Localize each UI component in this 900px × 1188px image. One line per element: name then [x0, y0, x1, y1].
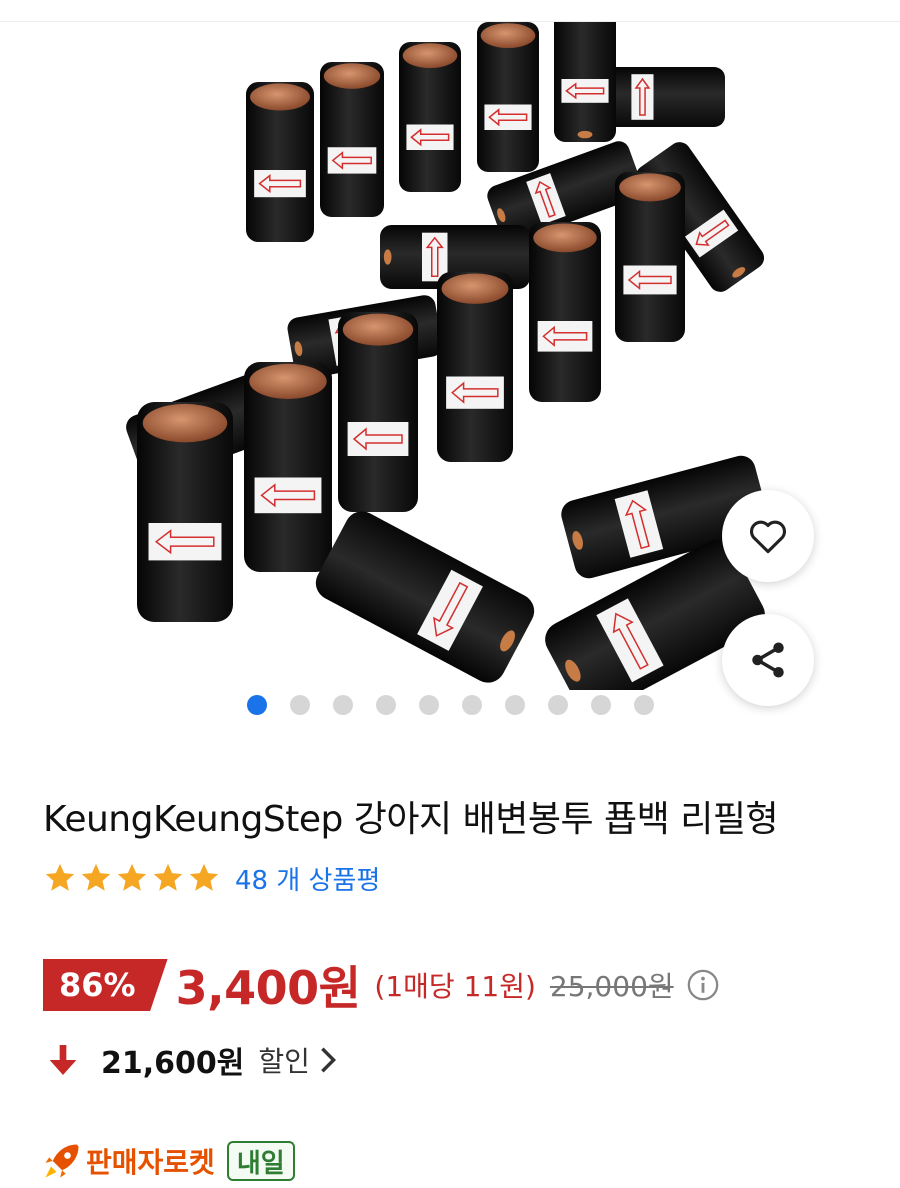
coupon-amount: 21,600원: [101, 1046, 245, 1081]
sale-price: 3,400원: [175, 961, 361, 1015]
gallery-dot[interactable]: [505, 695, 525, 715]
share-button[interactable]: [722, 614, 814, 706]
review-count-link[interactable]: 48 개 상품평: [235, 860, 380, 897]
gallery-dot[interactable]: [333, 695, 353, 715]
gallery-dot[interactable]: [634, 695, 654, 715]
poop-bag-roll: [554, 22, 616, 142]
rocket-icon: [45, 1144, 79, 1178]
like-button[interactable]: [722, 490, 814, 582]
poop-bag-roll: [615, 172, 685, 342]
star-icon: [45, 863, 75, 891]
poop-bag-roll: [529, 222, 601, 402]
gallery-dot[interactable]: [247, 695, 267, 715]
product-image-gallery[interactable]: [0, 22, 900, 690]
discount-badge: 86%: [43, 959, 168, 1011]
product-title: KeungKeungStep 강아지 배변봉투 푭백 리필형: [43, 799, 779, 840]
gallery-dot[interactable]: [462, 695, 482, 715]
poop-bag-roll: [320, 62, 384, 217]
gallery-pagination: [247, 695, 654, 715]
unit-price: (1매당 11원): [374, 970, 536, 1003]
star-icon: [189, 863, 219, 891]
gallery-dot[interactable]: [419, 695, 439, 715]
poop-bag-roll: [477, 22, 539, 172]
delivery-eta-badge: 내일: [226, 1141, 295, 1181]
original-price: 25,000원: [549, 970, 674, 1003]
gallery-dot[interactable]: [591, 695, 611, 715]
star-icon: [81, 863, 111, 891]
poop-bag-roll: [246, 82, 314, 242]
star-icon: [153, 863, 183, 891]
poop-bag-roll: [137, 402, 233, 622]
poop-bag-roll: [338, 312, 418, 512]
top-divider: [0, 0, 900, 22]
down-arrow-icon: [49, 1045, 77, 1075]
product-image: [126, 22, 769, 690]
price-row: 86% 3,400원 (1매당 11원) 25,000원: [43, 955, 720, 1015]
star-rating: [43, 861, 221, 895]
star-icon: [117, 863, 147, 891]
poop-bag-roll: [244, 362, 332, 572]
chevron-right-icon: [321, 1047, 336, 1073]
delivery-type: 판매자로켓: [86, 1146, 215, 1179]
gallery-dot[interactable]: [290, 695, 310, 715]
share-icon: [752, 642, 784, 678]
poop-bag-roll: [437, 272, 513, 462]
delivery-info: 판매자로켓 내일: [40, 1138, 295, 1184]
gallery-dot[interactable]: [376, 695, 396, 715]
heart-icon: [750, 520, 786, 554]
rating-summary[interactable]: 48 개 상품평: [43, 858, 380, 898]
poop-bag-roll: [399, 42, 461, 192]
coupon-label: 할인: [258, 1045, 310, 1078]
poop-bag-roll: [315, 511, 535, 683]
info-icon[interactable]: [686, 968, 720, 1002]
coupon-discount-row[interactable]: 21,600원 할인: [43, 1035, 340, 1085]
gallery-dot[interactable]: [548, 695, 568, 715]
